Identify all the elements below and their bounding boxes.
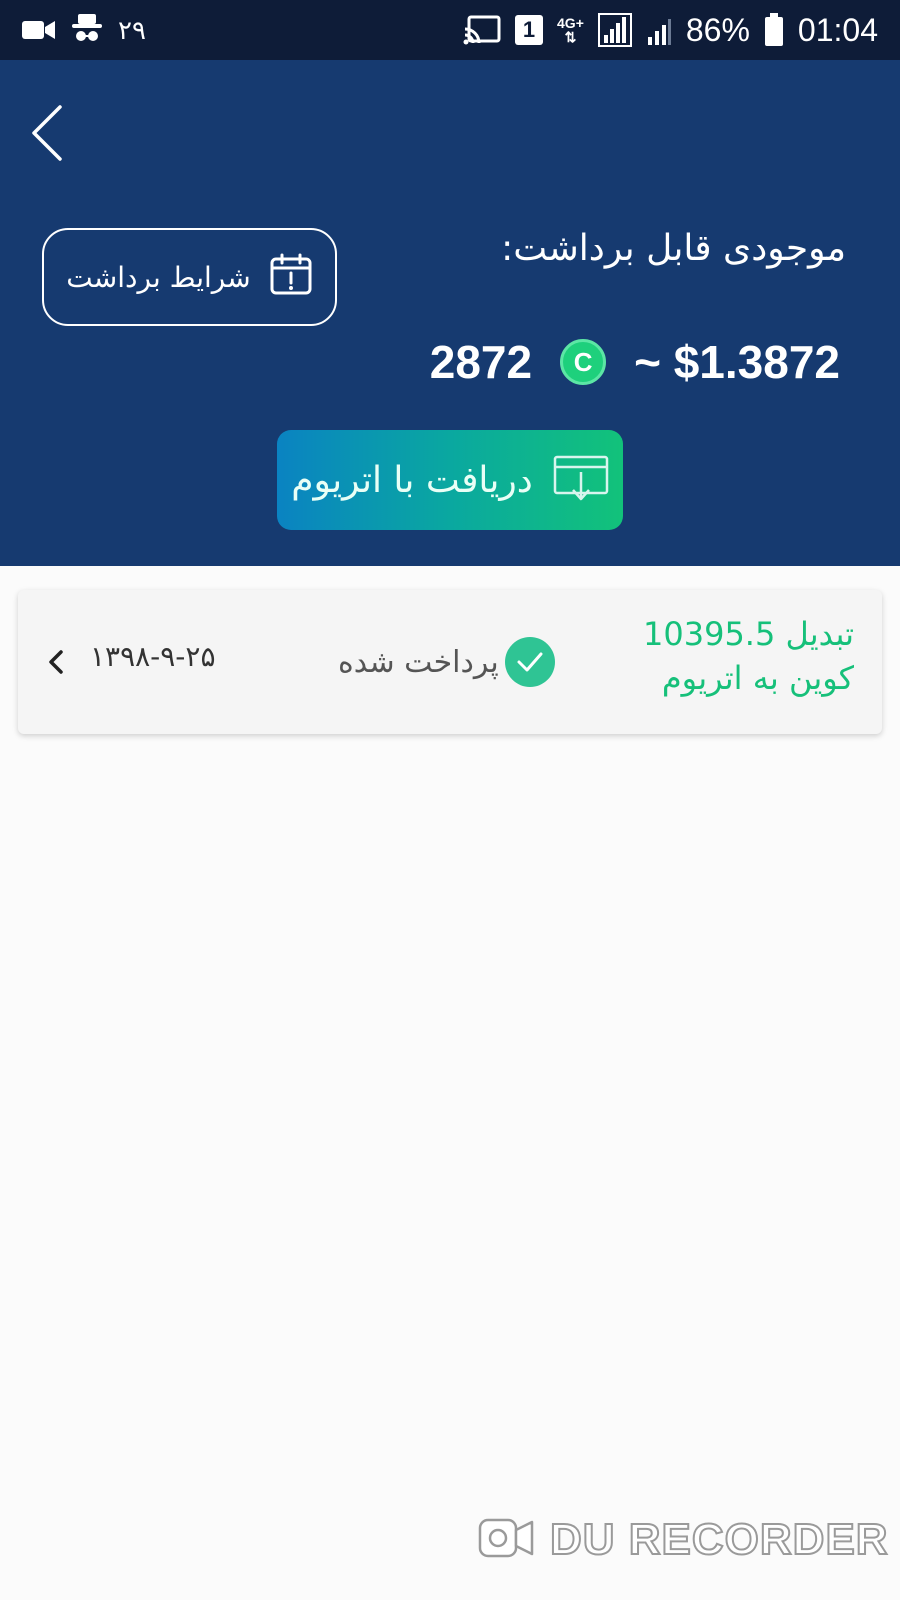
battery-icon: [764, 13, 784, 47]
chevron-left-icon: [42, 644, 70, 680]
withdraw-terms-button[interactable]: شرایط برداشت: [42, 228, 337, 326]
status-bar-left: ۲۹: [22, 14, 146, 46]
watermark-text: DU RECORDER: [549, 1514, 889, 1565]
sim-slot-badge: 1: [515, 15, 544, 45]
status-date: ۲۹: [118, 14, 146, 45]
balance-title: موجودی قابل برداشت:: [501, 228, 846, 269]
recorder-camera-icon: [478, 1516, 534, 1564]
balance-header: موجودی قابل برداشت: شرایط برداشت 2872 C …: [0, 60, 900, 566]
coin-icon: C: [560, 339, 607, 385]
transaction-row[interactable]: تبدیل 10395.5 کوین به اتریوم پرداخت شده …: [18, 590, 882, 734]
back-button[interactable]: [22, 100, 72, 170]
check-circle-icon: [504, 637, 555, 687]
video-camera-icon: [22, 19, 56, 41]
status-bar: ۲۹ 1 4G+ ⇅ 86% 01:04: [0, 0, 900, 60]
network-label: 4G+: [557, 15, 584, 31]
withdraw-terms-label: شرایط برداشت: [66, 260, 251, 294]
chevron-left-icon: [30, 104, 64, 166]
signal-icon: [597, 13, 632, 47]
transaction-date: ۱۳۹۸-۹-۲۵: [90, 640, 216, 673]
balance-amount-row: 2872 C ~ $1.3872: [430, 332, 840, 392]
cast-icon: [463, 15, 501, 45]
transaction-title: تبدیل 10395.5 کوین به اتریوم: [643, 615, 854, 697]
recorder-watermark: DU RECORDER: [478, 1514, 889, 1565]
status-bar-right: 1 4G+ ⇅ 86% 01:04: [463, 12, 878, 49]
status-time: 01:04: [797, 11, 878, 48]
incognito-icon: [70, 14, 104, 46]
network-type: 4G+ ⇅: [557, 15, 584, 45]
download-tray-icon: [553, 454, 609, 506]
transaction-status: پرداخت شده: [338, 636, 555, 688]
transaction-status-label: پرداخت شده: [338, 644, 499, 680]
coin-amount: 2872: [429, 336, 533, 388]
receive-ethereum-label: دریافت با اتریوم: [291, 459, 533, 501]
signal-secondary-icon: [646, 15, 672, 45]
receive-ethereum-button[interactable]: دریافت با اتریوم: [277, 430, 623, 530]
battery-percent: 86%: [685, 11, 750, 48]
usd-amount: ~ $1.3872: [634, 336, 840, 388]
calendar-alert-icon: [269, 253, 313, 301]
